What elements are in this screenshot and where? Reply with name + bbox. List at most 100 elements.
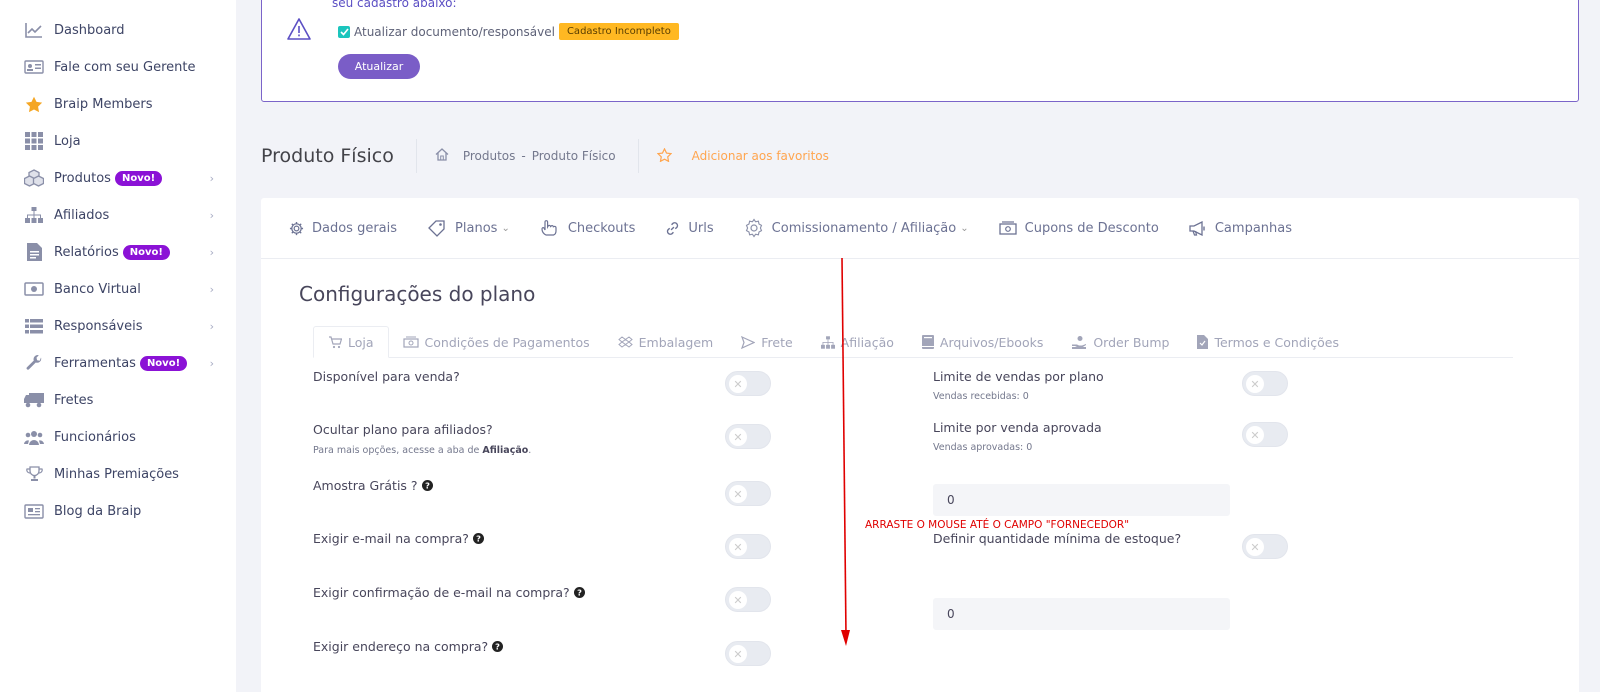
require-email-confirmation-text: Exigir confirmação de e-mail na compra? bbox=[313, 585, 570, 600]
instruction-annotation: ARRASTE O MOUSE ATÉ O CAMPO "FORNECEDOR" bbox=[865, 519, 1130, 531]
tab-afiliacao[interactable]: Afiliação bbox=[807, 326, 908, 358]
nav-label: Cupons de Desconto bbox=[1024, 220, 1159, 236]
hide-plan-affiliates-toggle[interactable]: ✕ bbox=[725, 424, 771, 449]
tab-order-bump[interactable]: Order Bump bbox=[1057, 326, 1183, 358]
plan-settings-tabs: Loja Condições de Pagamentos Embalagem F… bbox=[313, 326, 1513, 358]
gear-icon bbox=[289, 221, 304, 236]
sales-approved-help: Vendas aprovadas: 0 bbox=[933, 442, 1033, 453]
sidebar-item-premiacoes[interactable]: Minhas Premiações bbox=[24, 462, 214, 486]
sidebar-item-label: Responsáveis bbox=[54, 318, 143, 334]
chevron-down-icon: ⌄ bbox=[501, 222, 510, 234]
nav-label: Urls bbox=[688, 220, 714, 236]
close-icon: ✕ bbox=[729, 538, 747, 556]
svg-text:?: ? bbox=[476, 533, 481, 543]
svg-text:?: ? bbox=[425, 480, 430, 490]
tab-loja[interactable]: Loja bbox=[313, 326, 389, 358]
nav-comissionamento[interactable]: Comissionamento / Afiliação ⌄ bbox=[744, 218, 969, 238]
document-icon bbox=[24, 242, 44, 262]
favorite-label: Adicionar aos favoritos bbox=[691, 149, 829, 163]
divider bbox=[637, 139, 639, 173]
free-sample-toggle[interactable]: ✕ bbox=[725, 481, 771, 506]
send-icon bbox=[741, 335, 756, 349]
sidebar-item-blog[interactable]: Blog da Braip bbox=[24, 499, 214, 523]
sidebar-item-label: Fale com seu Gerente bbox=[54, 59, 196, 75]
sidebar-item-afiliados[interactable]: Afiliados › bbox=[24, 203, 214, 227]
require-email-confirmation-toggle[interactable]: ✕ bbox=[725, 587, 771, 612]
tab-condicoes-pagamentos[interactable]: Condições de Pagamentos bbox=[389, 326, 604, 358]
require-email-toggle[interactable]: ✕ bbox=[725, 534, 771, 559]
min-stock-input[interactable] bbox=[933, 598, 1230, 630]
nav-planos[interactable]: Planos ⌄ bbox=[427, 219, 510, 237]
new-badge: Novo! bbox=[139, 355, 188, 371]
approved-sale-limit-input[interactable] bbox=[933, 484, 1230, 516]
nav-checkouts[interactable]: Checkouts bbox=[540, 219, 636, 237]
available-for-sale-toggle[interactable]: ✕ bbox=[725, 371, 771, 396]
sidebar-item-label: Braip Members bbox=[54, 96, 153, 112]
nav-campanhas[interactable]: Campanhas bbox=[1189, 220, 1293, 236]
sidebar-item-label: Afiliados bbox=[54, 207, 110, 223]
nav-label: Checkouts bbox=[567, 220, 636, 236]
sales-received-help: Vendas recebidas: 0 bbox=[933, 391, 1029, 402]
boxes-icon bbox=[24, 168, 44, 188]
help-text: Para mais opções, acesse a aba de bbox=[313, 445, 480, 456]
tab-label: Frete bbox=[761, 334, 793, 350]
money-icon bbox=[24, 279, 44, 299]
nav-cupons[interactable]: Cupons de Desconto bbox=[998, 220, 1159, 236]
nav-urls[interactable]: Urls bbox=[665, 220, 714, 236]
nav-label: Campanhas bbox=[1214, 220, 1293, 236]
sidebar-item-gerente[interactable]: Fale com seu Gerente bbox=[24, 55, 214, 79]
tab-embalagem[interactable]: Embalagem bbox=[604, 326, 728, 358]
hide-plan-affiliates-label: Ocultar plano para afiliados? bbox=[313, 422, 493, 437]
chevron-right-icon: › bbox=[209, 282, 214, 296]
sidebar-item-dashboard[interactable]: Dashboard bbox=[24, 18, 214, 42]
sidebar-item-relatorios[interactable]: Relatórios Novo! › bbox=[24, 240, 214, 264]
hand-coin-icon bbox=[1071, 335, 1087, 350]
sidebar-item-label: Fretes bbox=[54, 392, 94, 408]
chevron-right-icon: › bbox=[209, 208, 214, 222]
question-circle-icon[interactable]: ? bbox=[573, 587, 585, 598]
nav-dados-gerais[interactable]: Dados gerais bbox=[289, 221, 397, 236]
free-sample-text: Amostra Grátis ? bbox=[313, 478, 418, 493]
sales-limit-per-plan-toggle[interactable]: ✕ bbox=[1242, 371, 1288, 396]
question-circle-icon[interactable]: ? bbox=[421, 480, 433, 491]
close-icon: ✕ bbox=[729, 485, 747, 503]
close-icon: ✕ bbox=[1246, 538, 1264, 556]
checkbox-label: Atualizar documento/responsável bbox=[354, 24, 555, 39]
add-favorite-link[interactable]: Adicionar aos favoritos bbox=[656, 147, 829, 165]
sidebar-item-fretes[interactable]: Fretes bbox=[24, 388, 214, 412]
require-address-toggle[interactable]: ✕ bbox=[725, 641, 771, 666]
sidebar-item-responsaveis[interactable]: Responsáveis › bbox=[24, 314, 214, 338]
home-icon[interactable] bbox=[435, 148, 449, 164]
nav-label: Planos bbox=[455, 220, 498, 236]
sidebar-item-ferramentas[interactable]: Ferramentas Novo! › bbox=[24, 351, 214, 375]
chevron-right-icon: › bbox=[209, 171, 214, 185]
tab-label: Arquivos/Ebooks bbox=[939, 334, 1044, 350]
alert-text: seu cadastro abaixo: bbox=[332, 0, 457, 10]
trophy-icon bbox=[24, 464, 44, 484]
update-document-checkbox-row[interactable]: Atualizar documento/responsável Cadastro… bbox=[338, 23, 679, 40]
question-circle-icon[interactable]: ? bbox=[492, 641, 504, 652]
checkbox-checked[interactable] bbox=[338, 25, 350, 38]
list-icon bbox=[24, 316, 44, 336]
breadcrumb-current[interactable]: Produto Físico bbox=[532, 149, 616, 163]
approved-sale-limit-toggle[interactable]: ✕ bbox=[1242, 422, 1288, 447]
sidebar-item-loja[interactable]: Loja bbox=[24, 129, 214, 153]
require-address-label: Exigir endereço na compra?? bbox=[313, 639, 504, 654]
truck-icon bbox=[24, 390, 44, 410]
min-stock-toggle[interactable]: ✕ bbox=[1242, 534, 1288, 559]
tab-arquivos-ebooks[interactable]: Arquivos/Ebooks bbox=[908, 326, 1057, 358]
update-button[interactable]: Atualizar bbox=[338, 54, 420, 79]
sidebar-item-braip-members[interactable]: Braip Members bbox=[24, 92, 214, 116]
tab-termos[interactable]: Termos e Condições bbox=[1183, 326, 1353, 358]
sidebar-item-funcionarios[interactable]: Funcionários bbox=[24, 425, 214, 449]
nav-label: Comissionamento / Afiliação bbox=[771, 220, 957, 236]
sidebar-item-produtos[interactable]: Produtos Novo! › bbox=[24, 166, 214, 190]
money-bill-icon bbox=[402, 336, 419, 348]
star-icon bbox=[24, 94, 44, 114]
sidebar-item-label: Banco Virtual bbox=[54, 281, 141, 297]
tab-frete[interactable]: Frete bbox=[727, 326, 806, 358]
sidebar-item-banco-virtual[interactable]: Banco Virtual › bbox=[24, 277, 214, 301]
breadcrumb-link-produtos[interactable]: Produtos bbox=[463, 149, 516, 163]
help-link[interactable]: Afiliação bbox=[482, 445, 528, 456]
question-circle-icon[interactable]: ? bbox=[472, 533, 484, 544]
